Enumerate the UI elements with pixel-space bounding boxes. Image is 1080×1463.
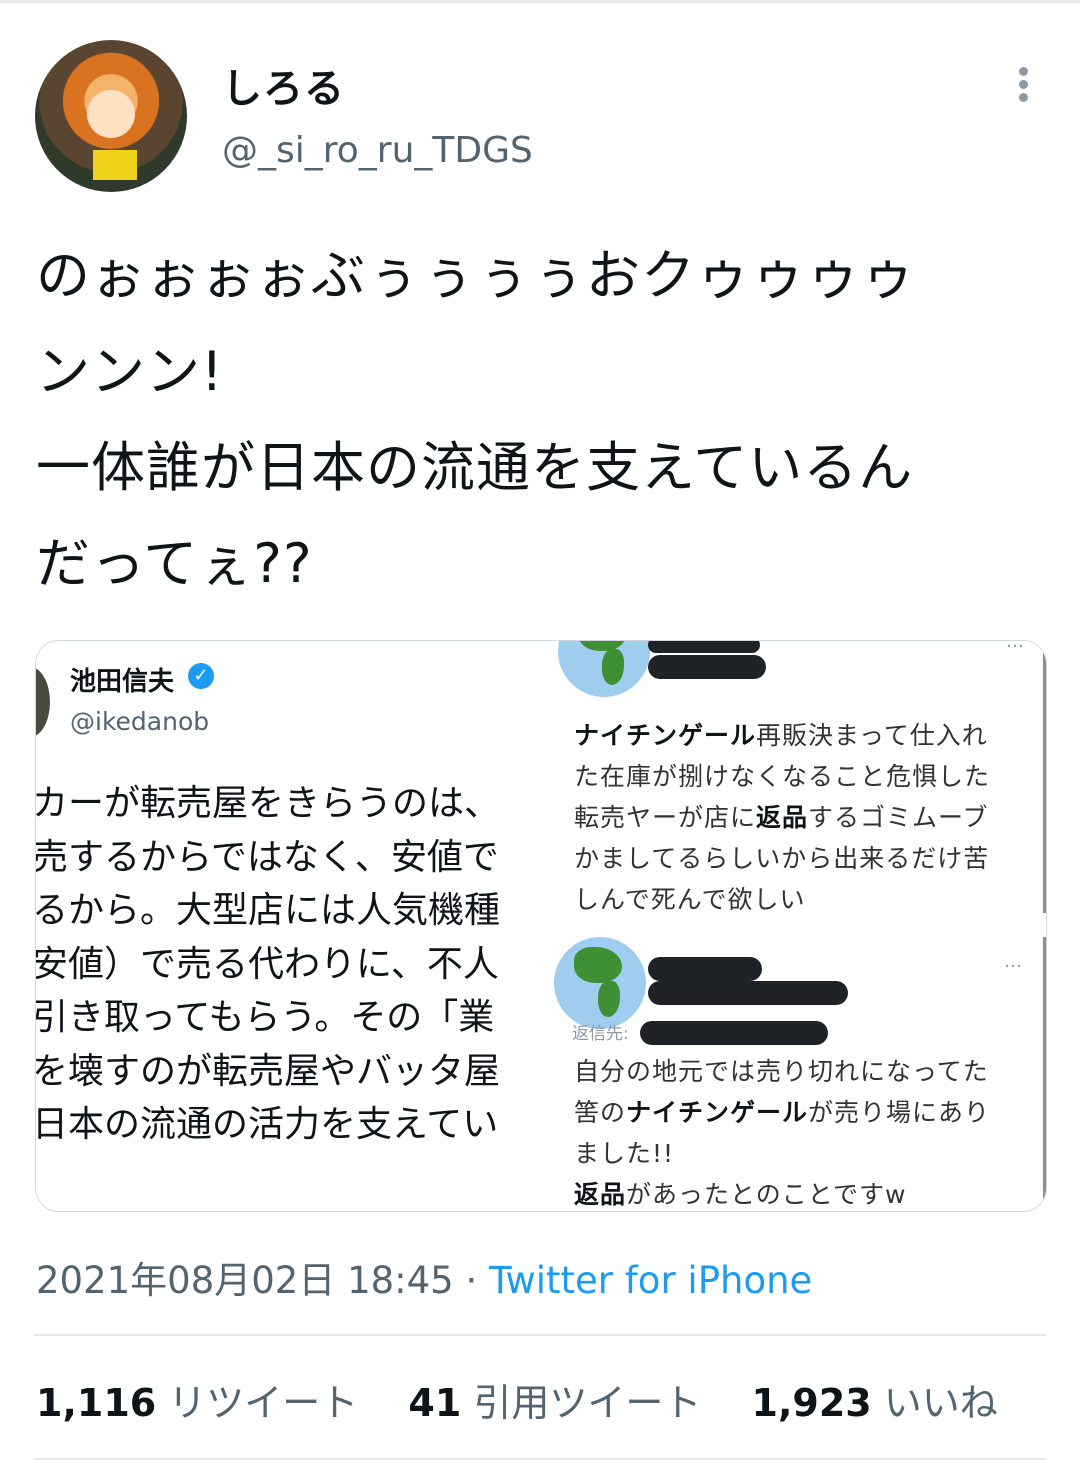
text-span: が売り場にあり	[808, 1098, 991, 1127]
bold-text: ナイチンゲール	[574, 721, 757, 750]
top-divider	[0, 0, 1080, 3]
media-gap	[528, 641, 552, 1211]
meta-separator: ·	[453, 1259, 490, 1302]
redacted-reply-target	[640, 1021, 828, 1045]
like-label[interactable]: いいね	[884, 1381, 998, 1425]
media-gap	[552, 913, 1046, 937]
text-line: しんで死んで欲しい	[574, 885, 806, 913]
display-name[interactable]: しろる	[222, 56, 345, 114]
quoted-line: 安値）で売る代わりに、不人	[36, 943, 499, 985]
verified-icon: ✓	[188, 663, 214, 689]
redacted-handle	[648, 655, 766, 679]
tweet-line: 一体誰が日本の流通を支えているん	[36, 436, 914, 499]
tweet-text: のぉぉぉぉぶぅぅぅぅおクゥゥゥゥ ンンン! 一体誰が日本の流通を支えているん だ…	[36, 228, 1046, 612]
quoted-line: 日本の流通の活力を支えてい	[36, 1104, 499, 1145]
source-link[interactable]: Twitter for iPhone	[489, 1259, 812, 1302]
text-span: 転売ヤーが店に	[574, 803, 757, 832]
tweet-line: のぉぉぉぉぶぅぅぅぅおクゥゥゥゥ	[36, 244, 916, 307]
quoted-avatar	[36, 667, 50, 737]
bold-text: ナイチンゲール	[626, 1098, 809, 1127]
media-grid: 池田信夫 ✓ @ikedanob カーが転売屋をきらうのは、 売するからではなく…	[35, 640, 1047, 1212]
reply-text: 自分の地元では売り切れになってた 筈のナイチンゲールが売り場にあり ました!! …	[574, 1051, 990, 1211]
media-image-top-right[interactable]: … ナイチンゲール再販決まって仕入れ た在庫が捌けなくなること危惧した 転売ヤー…	[552, 641, 1046, 913]
tweet-line: だってぇ??	[36, 532, 313, 595]
media-image-bottom-right[interactable]: … 返信先: 自分の地元では売り切れになってた 筈のナイチンゲールが売り場にあり…	[552, 937, 1046, 1211]
text-span: 再販決まって仕入れ	[756, 721, 988, 750]
redacted-handle	[648, 981, 848, 1005]
divider	[34, 1334, 1046, 1336]
bold-text: 返品	[756, 803, 809, 832]
quoted-body: カーが転売屋をきらうのは、 売するからではなく、安値で るから。大型店には人気機…	[36, 777, 528, 1152]
text-span: するゴミムーブ	[808, 803, 989, 832]
reply-to-label: 返信先:	[572, 1024, 629, 1044]
more-options-icon[interactable]	[1008, 64, 1038, 108]
tweet-stats: 1,116 リツイート 41 引用ツイート 1,923 いいね	[36, 1372, 1036, 1427]
redacted-name	[648, 641, 760, 653]
avatar[interactable]	[35, 40, 187, 192]
text-span: 筈の	[574, 1098, 627, 1127]
image-edge	[1043, 937, 1046, 1211]
globe-avatar-icon	[558, 641, 650, 697]
more-icon: …	[1004, 951, 1023, 972]
quoted-handle: @ikedanob	[70, 707, 210, 736]
text-span: があったとのことですw	[626, 1180, 907, 1209]
quoted-name: 池田信夫	[70, 667, 175, 697]
quoted-line: るから。大型店には人気機種	[36, 890, 501, 931]
retweet-count[interactable]: 1,116	[36, 1381, 156, 1425]
quoted-line: 売するからではなく、安値で	[36, 836, 499, 878]
quoted-line: 引き取ってもらう。その「業	[36, 997, 495, 1038]
media-image-left[interactable]: 池田信夫 ✓ @ikedanob カーが転売屋をきらうのは、 売するからではなく…	[36, 641, 528, 1211]
reply-text: ナイチンゲール再販決まって仕入れ た在庫が捌けなくなること危惧した 転売ヤーが店…	[574, 715, 990, 913]
avatar-face	[87, 90, 135, 138]
image-edge	[1043, 651, 1046, 913]
more-icon: …	[1006, 641, 1025, 652]
timestamp[interactable]: 2021年08月02日 18:45	[36, 1259, 454, 1302]
like-count[interactable]: 1,923	[752, 1381, 872, 1425]
text-line: ました!!	[574, 1139, 675, 1168]
user-handle[interactable]: @_si_ro_ru_TDGS	[222, 130, 533, 171]
avatar-shirt	[93, 150, 137, 180]
quote-label[interactable]: 引用ツイート	[473, 1381, 701, 1425]
quote-count[interactable]: 41	[408, 1381, 461, 1425]
text-line: かましてるらしいから出来るだけ苦	[574, 844, 990, 873]
text-line: 自分の地元では売り切れになってた	[574, 1057, 989, 1086]
quoted-line: カーが転売屋をきらうのは、	[36, 783, 501, 824]
redacted-name	[648, 957, 762, 981]
tweet-meta: 2021年08月02日 18:45 · Twitter for iPhone	[36, 1250, 812, 1304]
tweet-line: ンンン!	[36, 340, 224, 403]
bold-text: 返品	[574, 1180, 627, 1209]
globe-avatar-icon	[554, 937, 646, 1029]
retweet-label[interactable]: リツイート	[168, 1381, 358, 1425]
quoted-line: を壊すのが転売屋やバッタ屋	[36, 1050, 501, 1092]
text-line: た在庫が捌けなくなること危惧した	[574, 762, 991, 791]
divider	[34, 1458, 1046, 1460]
